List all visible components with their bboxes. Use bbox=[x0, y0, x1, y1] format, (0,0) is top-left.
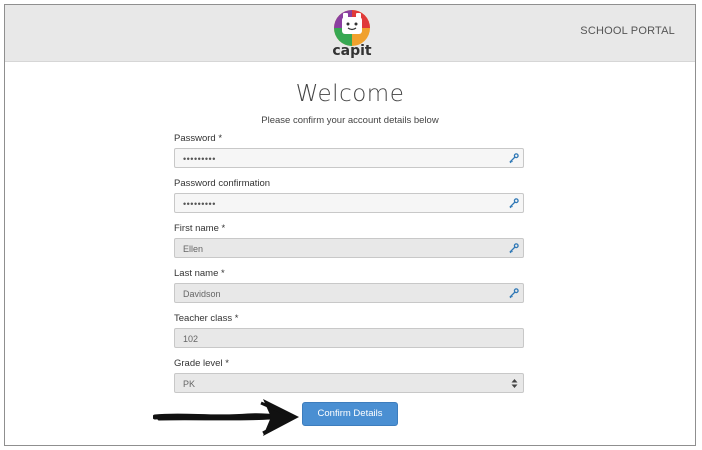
confirm-details-button[interactable]: Confirm Details bbox=[302, 402, 398, 426]
teacher-class-field[interactable]: 102 bbox=[174, 328, 524, 348]
page-frame: capit SCHOOL PORTAL Welcome Please confi… bbox=[4, 4, 696, 446]
last-name-label: Last name * bbox=[174, 268, 225, 279]
header-bar: capit SCHOOL PORTAL bbox=[5, 5, 695, 62]
capit-logo[interactable]: capit bbox=[328, 8, 376, 58]
key-icon[interactable] bbox=[508, 243, 519, 254]
logo-text: capit bbox=[332, 43, 372, 58]
page-subtitle: Please confirm your account details belo… bbox=[261, 115, 439, 126]
key-icon[interactable] bbox=[508, 198, 519, 209]
key-icon[interactable] bbox=[508, 288, 519, 299]
grade-level-select[interactable]: PK bbox=[174, 373, 524, 393]
password-label: Password * bbox=[174, 133, 223, 144]
grade-level-label: Grade level * bbox=[174, 358, 229, 369]
password-confirmation-field[interactable]: ••••••••• bbox=[174, 193, 524, 213]
teacher-class-value: 102 bbox=[183, 333, 199, 344]
first-name-field[interactable]: Ellen bbox=[174, 238, 524, 258]
school-portal-link[interactable]: SCHOOL PORTAL bbox=[580, 25, 675, 37]
password-confirmation-label: Password confirmation bbox=[174, 178, 271, 189]
password-field[interactable]: ••••••••• bbox=[174, 148, 524, 168]
teacher-class-label: Teacher class * bbox=[174, 313, 239, 324]
password-value: ••••••••• bbox=[183, 153, 216, 164]
last-name-field[interactable]: Davidson bbox=[174, 283, 524, 303]
page-title: Welcome bbox=[295, 81, 405, 107]
first-name-label: First name * bbox=[174, 223, 226, 234]
annotation-arrow-icon bbox=[153, 399, 299, 436]
first-name-value: Ellen bbox=[183, 243, 204, 254]
select-arrows-icon bbox=[511, 379, 518, 388]
key-icon[interactable] bbox=[508, 153, 519, 164]
grade-level-value: PK bbox=[183, 378, 196, 389]
password-confirmation-value: ••••••••• bbox=[183, 198, 216, 209]
last-name-value: Davidson bbox=[183, 288, 221, 299]
